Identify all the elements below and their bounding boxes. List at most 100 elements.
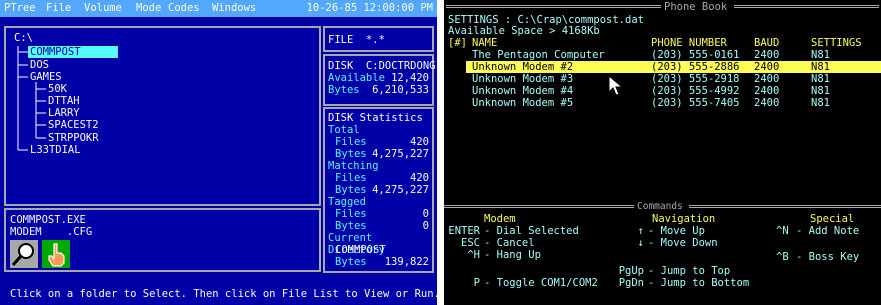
- commands-rule-right: [689, 205, 881, 208]
- window-title: Phone Book: [664, 1, 728, 13]
- matching-bytes-label: Bytes: [335, 184, 367, 196]
- tagged-bytes-value: 0: [422, 220, 429, 232]
- total-label: Total: [328, 124, 360, 136]
- menu-volume[interactable]: Volume: [84, 2, 122, 14]
- menu-windows[interactable]: Windows: [212, 2, 256, 14]
- section-special: Special: [810, 213, 855, 225]
- disk-statistics-panel: DISK Statistics Total Files 420 Bytes 4,27…: [323, 107, 434, 273]
- cmd-note-desc: - Add Note: [796, 225, 860, 237]
- total-files-value: 420: [410, 136, 429, 148]
- available-label: Available: [328, 72, 385, 84]
- menu-ptree[interactable]: PTree: [4, 2, 36, 14]
- stats-title: DISK Statistics: [328, 112, 423, 124]
- tagged-bytes-label: Bytes: [335, 220, 367, 232]
- col-header-phone[interactable]: PHONE NUMBER: [651, 37, 727, 49]
- cmd-enter-key: ENTER: [448, 225, 480, 237]
- tree-root[interactable]: C:\: [14, 32, 33, 44]
- cmd-toggle-key: P: [473, 277, 480, 289]
- disk-label: DISK C:DOCTRDONG: [328, 60, 436, 72]
- clock: 10-26-85 12:00:00 PM: [306, 2, 433, 14]
- entry-settings: N81: [811, 97, 830, 109]
- tree-item-spacest2[interactable]: SPACEST2: [48, 119, 99, 131]
- file-list-item[interactable]: MODEM .CFG: [10, 226, 92, 238]
- file-filter[interactable]: FILE *.*: [328, 34, 385, 46]
- tree-item-selected[interactable]: COMMPOST: [28, 46, 118, 58]
- cmd-up-key: ↑: [637, 225, 644, 237]
- cmd-hangup-key: ^H: [467, 249, 480, 261]
- total-files-label: Files: [335, 136, 367, 148]
- magnifier-icon: [11, 243, 34, 266]
- entry-settings: N81: [811, 85, 830, 97]
- cmd-pgup-key: PgUp: [618, 265, 644, 277]
- menu-codes[interactable]: Codes: [168, 2, 200, 14]
- table-row[interactable]: Unknown Modem #4 (203) 555-4992 2400 N81: [444, 85, 881, 97]
- cmd-enter-desc: - Dial Selected: [484, 225, 579, 237]
- tree-item-dos[interactable]: DOS: [30, 59, 49, 71]
- tree-item-strppokr[interactable]: STRPPOKR: [48, 132, 99, 144]
- entry-baud: 2400: [754, 97, 780, 109]
- total-bytes-label: Bytes: [335, 148, 367, 160]
- entry-name: Unknown Modem #4: [472, 85, 574, 97]
- bytes-value: 6,210,533: [372, 84, 429, 96]
- entry-phone: (203) 555-7405: [651, 97, 740, 109]
- col-header-num: [#]: [448, 37, 467, 49]
- entry-settings: N81: [811, 61, 830, 73]
- entry-baud: 2400: [754, 85, 780, 97]
- cmd-boss-desc: - Boss Key: [796, 251, 860, 263]
- col-header-settings[interactable]: SETTINGS: [811, 37, 862, 49]
- entry-phone: (203) 555-0161: [651, 49, 740, 61]
- matching-files-label: Files: [335, 172, 367, 184]
- tree-item-50k[interactable]: 50K: [48, 83, 67, 95]
- entry-phone: (203) 555-2918: [651, 73, 740, 85]
- available-space: Available Space > 4168Kb: [448, 25, 600, 37]
- matching-bytes-value: 4,275,227: [372, 184, 429, 196]
- matching-label: Matching: [328, 160, 379, 172]
- section-navigation: Navigation: [652, 213, 716, 225]
- tagged-files-value: 0: [422, 208, 429, 220]
- entry-settings: N81: [811, 49, 830, 61]
- entry-baud: 2400: [754, 73, 780, 85]
- cmd-pgup-desc: - Jump to Top: [648, 265, 731, 277]
- available-value: 12,420: [391, 72, 429, 84]
- pointing-hand-icon: [48, 243, 65, 267]
- commands-rule-left: [444, 205, 634, 208]
- tagged-files-label: Files: [335, 208, 367, 220]
- col-header-baud[interactable]: BAUD: [754, 37, 779, 49]
- commands-title: Commands: [637, 201, 683, 212]
- cmd-esc-desc: - Cancel: [484, 237, 535, 249]
- matching-files-value: 420: [410, 172, 429, 184]
- hand-tool-button[interactable]: [42, 240, 70, 268]
- entry-name: Unknown Modem #5: [472, 97, 574, 109]
- file-list-panel: COMMPOST.EXE MODEM .CFG: [4, 208, 321, 272]
- entry-baud: 2400: [754, 61, 780, 73]
- tree-item-larry[interactable]: LARRY: [48, 107, 80, 119]
- menu-bar: PTree File Volume Mode Codes Windows 10-…: [0, 0, 437, 17]
- table-row[interactable]: The Pentagon Computer (203) 555-0161 240…: [444, 49, 881, 61]
- tree-item-l33tdial[interactable]: L33TDIAL: [30, 144, 81, 156]
- file-list-item[interactable]: COMMPOST.EXE: [10, 214, 86, 226]
- menu-mode[interactable]: Mode: [136, 2, 161, 14]
- file-manager-screen: PTree File Volume Mode Codes Windows 10-…: [0, 0, 437, 305]
- tree-item-games[interactable]: GAMES: [30, 71, 62, 83]
- status-bar: Click on a folder to Select. Then click …: [10, 288, 437, 300]
- search-tool-button[interactable]: [10, 240, 38, 268]
- disk-info-panel: DISK C:DOCTRDONG Available 12,420 Bytes 6,…: [323, 54, 436, 106]
- col-header-name[interactable]: NAME: [472, 37, 497, 49]
- current-bytes-label: Bytes: [335, 256, 367, 268]
- cmd-boss-key: ^B: [776, 251, 789, 263]
- table-row[interactable]: Unknown Modem #5 (203) 555-7405 2400 N81: [444, 97, 881, 109]
- title-rule-left: [446, 5, 661, 8]
- menu-file[interactable]: File: [46, 2, 71, 14]
- table-row-selected[interactable]: Unknown Modem #2 (203) 555-2886 2400 N81: [466, 61, 881, 73]
- entry-name: The Pentagon Computer: [472, 49, 605, 61]
- tree-item-dttah[interactable]: DTTAH: [48, 95, 80, 107]
- bytes-label: Bytes: [328, 84, 360, 96]
- entry-baud: 2400: [754, 49, 780, 61]
- directory-tree-panel: C:\ COMMPOST DOS GAMES 50K DTTAH LARRY S…: [4, 26, 321, 206]
- file-filter-panel: FILE *.*: [323, 26, 434, 52]
- table-row[interactable]: Unknown Modem #3 (203) 555-2918 2400 N81: [444, 73, 881, 85]
- cmd-note-key: ^N: [776, 225, 789, 237]
- tagged-label: Tagged: [328, 196, 366, 208]
- mouse-pointer-icon: [608, 75, 624, 96]
- entry-name: Unknown Modem #2: [472, 61, 574, 73]
